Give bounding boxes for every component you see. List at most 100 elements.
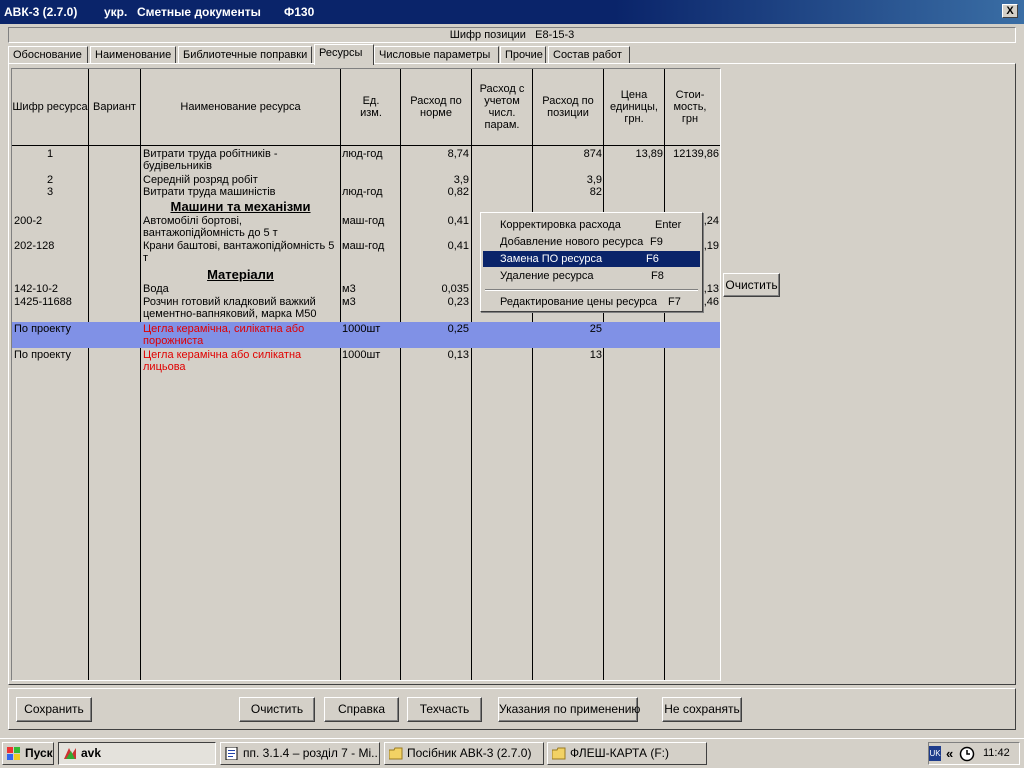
cell-unit: люд-год bbox=[342, 186, 383, 198]
folder-icon bbox=[389, 747, 403, 760]
cell-norm: 8,74 bbox=[447, 148, 469, 160]
title-app: АВК-3 (2.7.0) bbox=[4, 5, 78, 19]
header-price: Цена единицы, грн. bbox=[610, 89, 658, 125]
cell-position: 874 bbox=[583, 148, 602, 160]
header-variant: Вариант bbox=[93, 101, 136, 113]
menu-label: Редактирование цены ресурса bbox=[500, 296, 658, 308]
clock-icon bbox=[959, 746, 975, 762]
table-row[interactable]: 3 Витрати труда машиністів люд-год 0,82 … bbox=[12, 186, 720, 198]
cell-norm: 0,035 bbox=[441, 283, 469, 295]
menu-separator bbox=[485, 289, 698, 291]
tab-label: Состав работ bbox=[553, 49, 622, 61]
title-code: Ф130 bbox=[284, 5, 315, 19]
cell-norm: 0,25 bbox=[447, 323, 469, 335]
save-button[interactable]: Сохранить bbox=[16, 697, 92, 722]
menu-shortcut: F6 bbox=[646, 253, 659, 265]
tab-library-corrections[interactable]: Библиотечные поправки bbox=[178, 46, 312, 64]
resources-grid[interactable]: Шифр ресурса Вариант Наименование ресурс… bbox=[11, 68, 721, 681]
close-icon: X bbox=[1006, 5, 1014, 17]
menu-item-delete-resource[interactable]: Удаление ресурса F8 bbox=[483, 268, 700, 284]
system-tray: UK « 11:42 bbox=[928, 742, 1020, 765]
cell-code: 142-10-2 bbox=[14, 283, 59, 295]
tab-label: Библиотечные поправки bbox=[183, 49, 308, 61]
table-row[interactable]: 2 Середній розряд робіт 3,9 3,9 bbox=[12, 174, 720, 186]
menu-label: Добавление нового ресурса bbox=[500, 236, 644, 248]
tab-label: Числовые параметры bbox=[379, 49, 491, 61]
tab-label: Обоснование bbox=[13, 49, 82, 61]
tray-expand-icon[interactable]: « bbox=[946, 746, 953, 761]
tab-name[interactable]: Наименование bbox=[90, 46, 176, 64]
menu-label: Удаление ресурса bbox=[500, 270, 594, 282]
tab-label: Ресурсы bbox=[319, 47, 363, 59]
section-machines: Машини та механізми bbox=[170, 199, 311, 214]
task-avk[interactable]: avk bbox=[58, 742, 216, 765]
cell-name: Автомобілі бортові, вантажопідйомність д… bbox=[143, 215, 278, 239]
cell-code: По проекту bbox=[14, 349, 71, 361]
avk-app-icon bbox=[64, 748, 76, 759]
cell-norm: 0,23 bbox=[447, 296, 469, 308]
cell-unit: 1000шт bbox=[342, 349, 381, 361]
cell-name: Середній розряд робіт bbox=[143, 174, 258, 186]
task-label: avk bbox=[81, 746, 102, 760]
cell-norm: 3,9 bbox=[453, 174, 469, 186]
start-label: Пуск bbox=[25, 746, 53, 760]
clear-button[interactable]: Очистить bbox=[239, 697, 315, 722]
position-code-bar: Шифр позиции Е8-15-3 bbox=[8, 27, 1016, 43]
menu-item-correct-consumption[interactable]: Корректировка расхода Enter bbox=[483, 217, 700, 233]
cell-cost: 12139,86 bbox=[673, 148, 719, 160]
cell-code: По проекту bbox=[14, 323, 71, 335]
title-lang: укр. bbox=[104, 5, 128, 19]
menu-item-add-resource[interactable]: Добавление нового ресурса F9 bbox=[483, 234, 700, 250]
header-unit: Ед. изм. bbox=[360, 95, 382, 119]
cell-position: 25 bbox=[589, 323, 602, 335]
table-row-selected[interactable]: По проекту Цегла керамічна, силікатна аб… bbox=[12, 322, 720, 348]
task-word-document[interactable]: пп. 3.1.4 – розділ 7 - Mi... bbox=[220, 742, 380, 765]
section-materials: Матеріали bbox=[207, 267, 274, 282]
cell-name: Крани баштові, вантажопідйомність 5 т bbox=[143, 240, 335, 264]
header-cost: Стои-мость, грн bbox=[673, 89, 707, 125]
task-label: ФЛЕШ-КАРТА (F:) bbox=[570, 746, 669, 760]
instructions-button[interactable]: Указания по применению bbox=[498, 697, 640, 722]
no-save-button[interactable]: Не сохранять bbox=[662, 697, 742, 722]
tab-basis[interactable]: Обоснование bbox=[8, 46, 88, 64]
word-document-icon bbox=[225, 747, 238, 760]
techpart-button[interactable]: Техчасть bbox=[407, 697, 482, 722]
cell-name: Цегла керамічна або силікатна лицьова bbox=[143, 349, 302, 373]
cell-name: Витрати труда робітників - будівельників bbox=[143, 148, 278, 172]
tab-work-composition[interactable]: Состав работ bbox=[548, 46, 630, 64]
tab-label: Прочие bbox=[505, 49, 543, 61]
cell-unit: 1000шт bbox=[342, 323, 381, 335]
cell-name: Витрати труда машиністів bbox=[143, 186, 276, 198]
cell-position: 13 bbox=[589, 349, 602, 361]
cell-code: 200-2 bbox=[14, 215, 43, 227]
menu-shortcut: Enter bbox=[655, 219, 682, 231]
menu-item-replace-resource[interactable]: Замена ПО ресурса F6 bbox=[483, 251, 700, 267]
context-menu: Корректировка расхода Enter Добавление но… bbox=[480, 212, 703, 312]
cell-unit: м3 bbox=[342, 296, 356, 308]
cell-code: 2 bbox=[46, 174, 54, 186]
task-flash-drive[interactable]: ФЛЕШ-КАРТА (F:) bbox=[547, 742, 707, 765]
help-button[interactable]: Справка bbox=[324, 697, 399, 722]
tab-other[interactable]: Прочие bbox=[500, 46, 546, 64]
cell-code: 3 bbox=[46, 186, 54, 198]
side-clear-button[interactable]: Очистить bbox=[723, 273, 780, 297]
cell-position: 3,9 bbox=[586, 174, 602, 186]
language-indicator[interactable]: UK bbox=[929, 746, 941, 761]
title-doc: Сметные документы bbox=[137, 5, 261, 19]
table-row[interactable]: 1 Витрати труда робітників - будівельник… bbox=[12, 148, 720, 172]
tab-numeric-params[interactable]: Числовые параметры bbox=[374, 46, 499, 64]
close-button[interactable]: X bbox=[1002, 4, 1018, 18]
clock-time: 11:42 bbox=[983, 747, 1010, 759]
task-folder-guide[interactable]: Посібник АВК-3 (2.7.0) bbox=[384, 742, 544, 765]
start-button[interactable]: Пуск bbox=[2, 742, 54, 765]
cell-norm: 0,41 bbox=[447, 215, 469, 227]
folder-icon bbox=[552, 747, 566, 760]
cell-unit: маш-год bbox=[342, 215, 385, 227]
position-value: Е8-15-3 bbox=[535, 29, 575, 41]
tab-resources[interactable]: Ресурсы bbox=[314, 44, 374, 65]
cell-name: Цегла керамічна, силікатна або порожнист… bbox=[143, 323, 305, 347]
menu-item-edit-price[interactable]: Редактирование цены ресурса F7 bbox=[483, 294, 700, 310]
header-divider bbox=[12, 145, 720, 146]
header-position: Расход по позиции bbox=[542, 95, 594, 119]
table-row[interactable]: По проекту Цегла керамічна або силікатна… bbox=[12, 349, 720, 373]
